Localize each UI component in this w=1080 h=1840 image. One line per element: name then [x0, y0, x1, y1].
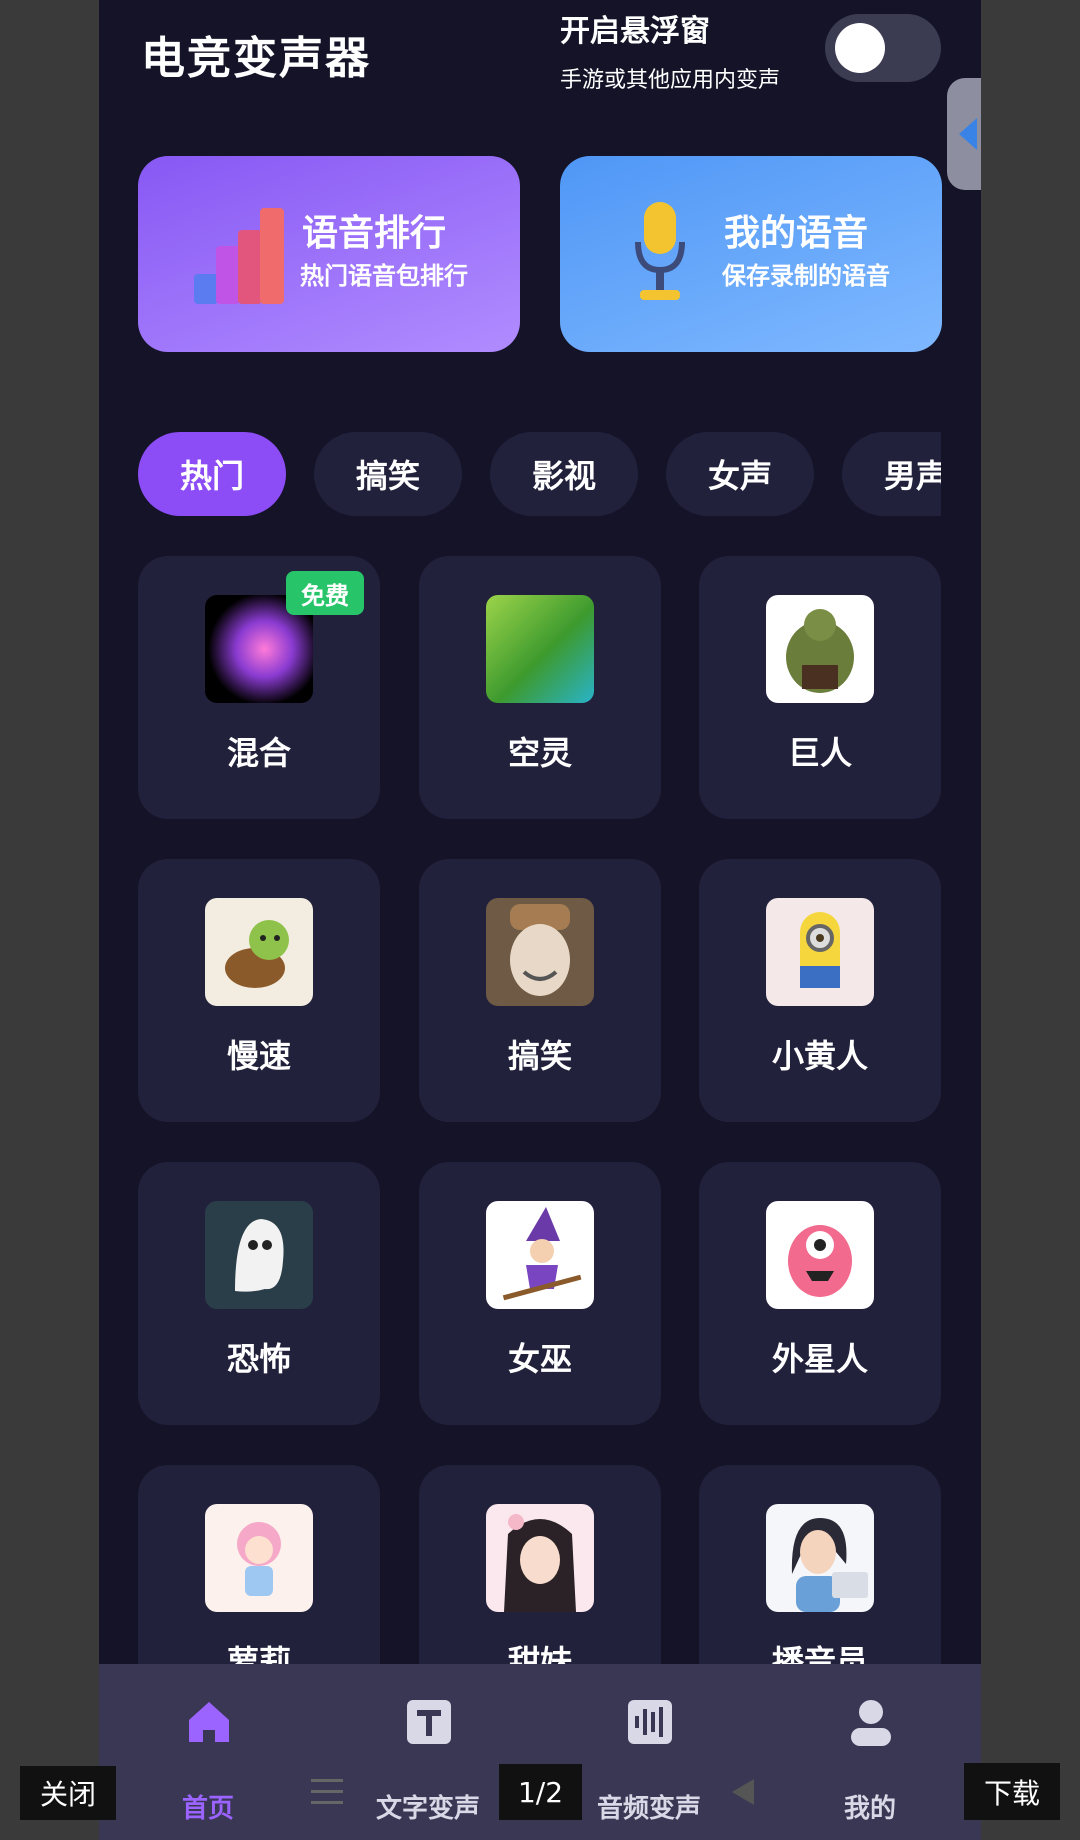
- voice-item-mix[interactable]: 免费 混合: [138, 556, 380, 819]
- nav-label: 我的: [843, 1794, 896, 1824]
- free-badge: 免费: [286, 571, 364, 615]
- voice-item-giant[interactable]: 巨人: [699, 556, 941, 819]
- card-title: 语音排行: [302, 213, 447, 254]
- card-subtitle: 保存录制的语音: [722, 262, 890, 290]
- page-indicator: 1/2: [499, 1764, 582, 1820]
- voice-label: 慢速: [226, 1037, 291, 1075]
- nav-home[interactable]: 首页: [133, 1664, 283, 1840]
- voice-label: 空灵: [507, 734, 572, 772]
- card-title: 我的语音: [724, 213, 869, 254]
- nav-profile[interactable]: 我的: [795, 1664, 945, 1840]
- float-window-subtitle: 手游或其他应用内变声: [560, 68, 781, 93]
- voice-thumbnail: [486, 1201, 594, 1309]
- voice-thumbnail: [766, 898, 874, 1006]
- close-button[interactable]: 关闭: [20, 1766, 116, 1820]
- bar-chart-icon: [194, 204, 284, 304]
- voice-label: 混合: [226, 734, 291, 772]
- voice-label: 外星人: [771, 1340, 868, 1378]
- float-window-title: 开启悬浮窗: [560, 14, 710, 49]
- nav-label: 文字变声: [375, 1794, 480, 1824]
- tab-male[interactable]: 男声: [842, 432, 941, 516]
- audio-wave-icon: [628, 1700, 672, 1744]
- tab-hot[interactable]: 热门: [138, 432, 286, 516]
- floating-ball-handle[interactable]: [947, 78, 981, 190]
- voice-item-witch[interactable]: 女巫: [419, 1162, 661, 1425]
- voice-label: 巨人: [787, 734, 852, 772]
- microphone-icon: [635, 202, 685, 300]
- tab-funny[interactable]: 搞笑: [314, 432, 462, 516]
- voice-label: 搞笑: [507, 1037, 572, 1075]
- voice-label: 小黄人: [771, 1037, 868, 1075]
- tab-movies[interactable]: 影视: [490, 432, 638, 516]
- text-icon: [407, 1700, 451, 1744]
- voice-item-funny[interactable]: 搞笑: [419, 859, 661, 1122]
- voice-thumbnail: [486, 898, 594, 1006]
- nav-audio-voice[interactable]: 音频变声: [574, 1664, 724, 1840]
- voice-thumbnail: [205, 1201, 313, 1309]
- app-screen: 电竞变声器 开启悬浮窗 手游或其他应用内变声 语音排行 热门语音包排行 我的语音…: [99, 0, 981, 1840]
- card-subtitle: 热门语音包排行: [300, 262, 468, 290]
- voice-label: 恐怖: [226, 1340, 291, 1378]
- download-button[interactable]: 下载: [964, 1763, 1060, 1820]
- voice-thumbnail: [486, 1504, 594, 1612]
- voice-item-loli[interactable]: 萝莉: [138, 1465, 380, 1666]
- voice-label: 播音员: [771, 1643, 868, 1666]
- voice-grid: 免费 混合 空灵 巨人 慢速 搞笑 小黄人 恐怖 女巫 外星人 萝莉 甜妹 播音…: [138, 556, 941, 1666]
- voice-label: 萝莉: [226, 1643, 291, 1666]
- voice-thumbnail: [766, 595, 874, 703]
- home-icon: [189, 1702, 229, 1742]
- nav-label: 音频变声: [596, 1794, 701, 1824]
- back-icon[interactable]: [732, 1779, 754, 1805]
- voice-item-announcer[interactable]: 播音员: [699, 1465, 941, 1666]
- voice-item-ethereal[interactable]: 空灵: [419, 556, 661, 819]
- voice-item-minion[interactable]: 小黄人: [699, 859, 941, 1122]
- my-voice-card[interactable]: 我的语音 保存录制的语音: [560, 156, 942, 352]
- voice-item-sweet-girl[interactable]: 甜妹: [419, 1465, 661, 1666]
- voice-item-alien[interactable]: 外星人: [699, 1162, 941, 1425]
- voice-label: 甜妹: [507, 1643, 572, 1666]
- voice-thumbnail: [205, 1504, 313, 1612]
- menu-icon[interactable]: [311, 1779, 343, 1805]
- category-tabs: 热门 搞笑 影视 女声 男声: [138, 432, 941, 516]
- profile-icon: [851, 1700, 891, 1746]
- toggle-knob: [835, 23, 885, 73]
- float-window-toggle[interactable]: [825, 14, 941, 82]
- tab-female[interactable]: 女声: [666, 432, 814, 516]
- voice-thumbnail: [766, 1201, 874, 1309]
- nav-label: 首页: [181, 1794, 234, 1824]
- voice-thumbnail: [205, 898, 313, 1006]
- voice-label: 女巫: [507, 1340, 572, 1378]
- nav-text-voice[interactable]: 文字变声: [353, 1664, 503, 1840]
- voice-ranking-card[interactable]: 语音排行 热门语音包排行: [138, 156, 520, 352]
- app-title: 电竞变声器: [141, 33, 371, 84]
- voice-item-slow[interactable]: 慢速: [138, 859, 380, 1122]
- voice-thumbnail: [486, 595, 594, 703]
- voice-item-horror[interactable]: 恐怖: [138, 1162, 380, 1425]
- voice-thumbnail: [766, 1504, 874, 1612]
